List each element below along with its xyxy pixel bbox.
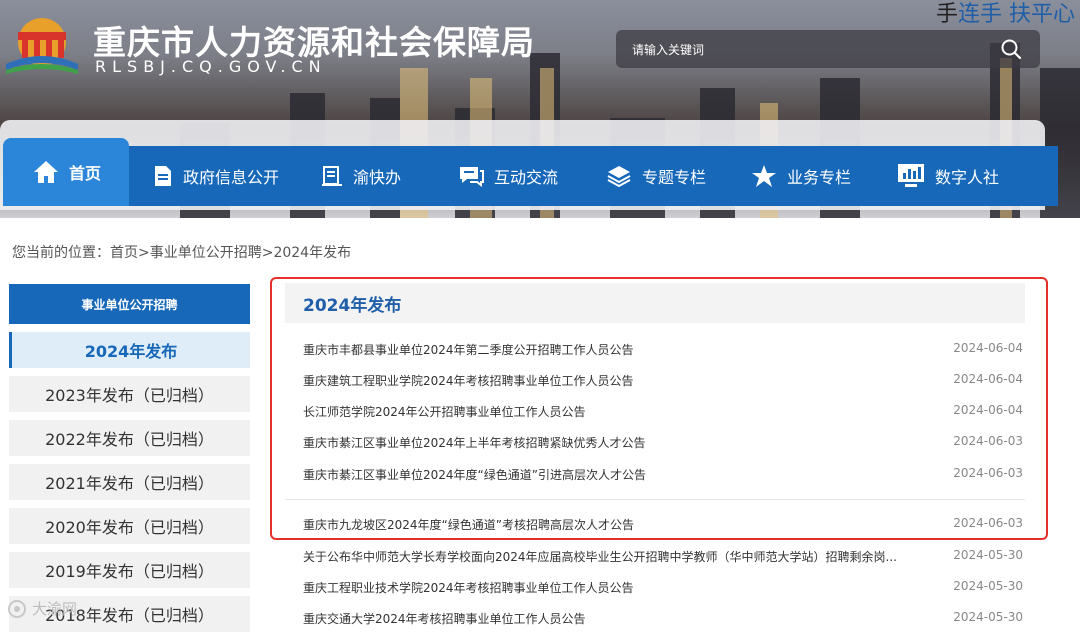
chat-icon: [460, 167, 484, 187]
main-nav: 首页 政府信息公开 渝快办 互动交流 专题专栏 业务专栏 数字人社: [3, 138, 1058, 206]
article-date: 2024-06-03: [953, 434, 1023, 448]
nav-item-digital[interactable]: 数字人社: [897, 146, 999, 206]
site-domain: RLSBJ.CQ.GOV.CN: [95, 57, 327, 76]
slogan-prefix: 手: [936, 2, 959, 27]
sidebar-item-2021[interactable]: 2021年发布（已归档）: [9, 464, 250, 500]
nav-item-label: 政府信息公开: [183, 168, 280, 187]
sidebar-item-2020[interactable]: 2020年发布（已归档）: [9, 508, 250, 544]
list-item[interactable]: 重庆交通大学2024年考核招聘事业单位工作人员公告 2024-05-30: [303, 610, 1023, 628]
watermark-text: 大渝网: [32, 600, 78, 618]
list-item[interactable]: 重庆建筑工程职业学院2024年考核招聘事业单位工作人员公告 2024-06-04: [303, 372, 1023, 390]
clipboard-icon: [322, 166, 342, 186]
nav-item-special[interactable]: 专题专栏: [606, 146, 706, 206]
article-date: 2024-06-04: [953, 372, 1023, 386]
article-date: 2024-06-03: [953, 466, 1023, 480]
nav-item-gov-info[interactable]: 政府信息公开: [153, 146, 279, 206]
document-icon: [155, 166, 171, 186]
nav-item-home[interactable]: 首页: [3, 138, 130, 206]
article-title[interactable]: 重庆市九龙坡区2024年度“绿色通道”考核招聘高层次人才公告: [303, 516, 913, 533]
article-title[interactable]: 长江师范学院2024年公开招聘事业单位工作人员公告: [303, 403, 913, 420]
list-divider: [285, 499, 1025, 500]
article-date: 2024-06-04: [953, 341, 1023, 355]
search-box: [616, 30, 1040, 68]
article-title[interactable]: 关于公布华中师范大学长寿学校面向2024年应届高校毕业生公开招聘中学教师（华中师…: [303, 548, 913, 565]
list-item[interactable]: 重庆工程职业技术学院2024年考核招聘事业单位工作人员公告 2024-05-30: [303, 579, 1023, 597]
article-panel: 2024年发布: [285, 283, 1025, 323]
article-date: 2024-05-30: [953, 579, 1023, 593]
panel-title: 2024年发布: [303, 295, 402, 316]
article-title[interactable]: 重庆工程职业技术学院2024年考核招聘事业单位工作人员公告: [303, 579, 913, 596]
list-item[interactable]: 重庆市綦江区事业单位2024年上半年考核招聘紧缺优秀人才公告 2024-06-03: [303, 434, 1023, 452]
home-icon: [34, 161, 58, 183]
nav-item-label: 业务专栏: [787, 168, 852, 187]
watermark-logo-icon: [8, 599, 26, 618]
article-date: 2024-05-30: [953, 610, 1023, 624]
breadcrumb[interactable]: 您当前的位置：首页>事业单位公开招聘>2024年发布: [12, 242, 351, 262]
sidebar-item-2019[interactable]: 2019年发布（已归档）: [9, 552, 250, 588]
sidebar-item-2022[interactable]: 2022年发布（已归档）: [9, 420, 250, 456]
nav-item-label: 渝快办: [353, 168, 402, 187]
star-icon: [752, 165, 776, 187]
list-item[interactable]: 重庆市丰都县事业单位2024年第二季度公开招聘工作人员公告 2024-06-04: [303, 341, 1023, 359]
list-item[interactable]: 长江师范学院2024年公开招聘事业单位工作人员公告 2024-06-04: [303, 403, 1023, 421]
sidebar-item-2023[interactable]: 2023年发布（已归档）: [9, 376, 250, 412]
article-date: 2024-06-04: [953, 403, 1023, 417]
nav-item-label: 专题专栏: [642, 168, 707, 187]
list-item[interactable]: 关于公布华中师范大学长寿学校面向2024年应届高校毕业生公开招聘中学教师（华中师…: [303, 548, 1023, 566]
bureau-logo-icon[interactable]: [4, 12, 80, 76]
article-title[interactable]: 重庆市綦江区事业单位2024年上半年考核招聘紧缺优秀人才公告: [303, 434, 913, 451]
layers-icon: [607, 166, 631, 188]
list-item[interactable]: 重庆市九龙坡区2024年度“绿色通道”考核招聘高层次人才公告 2024-06-03: [303, 516, 1023, 534]
article-title[interactable]: 重庆交通大学2024年考核招聘事业单位工作人员公告: [303, 610, 913, 627]
article-date: 2024-06-03: [953, 516, 1023, 530]
slogan: 手连手 扶平心: [936, 0, 1075, 28]
watermark: 大渝网: [6, 598, 77, 619]
nav-item-interaction[interactable]: 互动交流: [458, 146, 558, 206]
article-title[interactable]: 重庆市丰都县事业单位2024年第二季度公开招聘工作人员公告: [303, 341, 913, 358]
nav-item-business[interactable]: 业务专栏: [751, 146, 851, 206]
panel-title-bar: 2024年发布: [285, 283, 1025, 323]
search-input[interactable]: [630, 39, 974, 61]
nav-item-label: 互动交流: [494, 168, 559, 187]
list-item[interactable]: 重庆市綦江区事业单位2024年度“绿色通道”引进高层次人才公告 2024-06-0…: [303, 466, 1023, 484]
sidebar: 事业单位公开招聘 2024年发布 2023年发布（已归档） 2022年发布（已归…: [9, 284, 250, 632]
sidebar-heading: 事业单位公开招聘: [9, 284, 250, 324]
nav-item-yukuaiban[interactable]: 渝快办: [321, 146, 401, 206]
nav-item-label: 数字人社: [935, 168, 1000, 187]
monitor-chart-icon: [898, 164, 924, 187]
article-date: 2024-05-30: [953, 548, 1023, 562]
sidebar-item-2024[interactable]: 2024年发布: [9, 332, 250, 368]
slogan-highlight: 连手 扶平心: [958, 2, 1076, 27]
article-title[interactable]: 重庆建筑工程职业学院2024年考核招聘事业单位工作人员公告: [303, 372, 913, 389]
nav-item-label: 首页: [69, 164, 102, 183]
article-title[interactable]: 重庆市綦江区事业单位2024年度“绿色通道”引进高层次人才公告: [303, 466, 913, 483]
search-icon[interactable]: [1000, 38, 1022, 60]
